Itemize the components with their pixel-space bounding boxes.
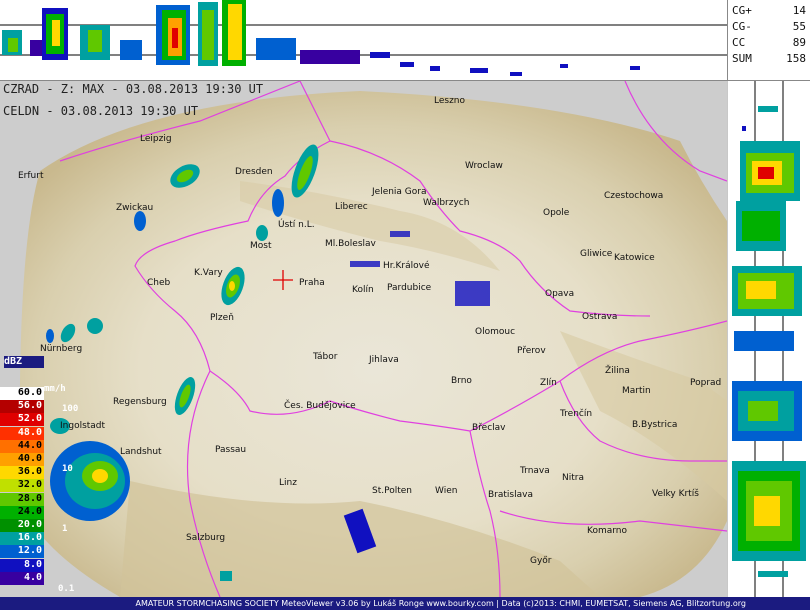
city-label: Kolín — [352, 285, 374, 295]
legend-level: 48.0 — [0, 426, 44, 440]
radar-product-title: CZRAD - Z: MAX - 03.08.2013 19:30 UT — [3, 82, 264, 96]
stat-value: 158 — [786, 52, 806, 65]
city-label: Přerov — [517, 346, 546, 356]
stat-key: CG- — [732, 20, 752, 33]
city-label: Praha — [299, 278, 325, 288]
city-label: Nitra — [562, 473, 584, 483]
lightning-stats-panel: CG+ 14 CG- 55 CC 89 SUM 158 — [728, 0, 810, 81]
radar-map[interactable]: Leszno Leipzig Dresden Wroclaw Jelenia G… — [0, 81, 727, 597]
city-label: Komarno — [587, 526, 627, 536]
city-label: Regensburg — [113, 397, 167, 407]
city-label: B.Bystrica — [632, 420, 678, 430]
city-label: Olomouc — [475, 327, 516, 337]
city-label: Nürnberg — [40, 344, 83, 354]
city-label: Zwickau — [116, 203, 154, 213]
legend-level: 32.0 — [0, 479, 44, 493]
city-label: Žilina — [605, 366, 630, 376]
city-label: Cheb — [147, 278, 171, 288]
echo-cluster-west — [2, 8, 142, 60]
city-label: Bratislava — [488, 490, 533, 500]
stat-key: SUM — [732, 52, 752, 65]
stat-value: 89 — [792, 36, 806, 49]
city-label: Trenčín — [560, 409, 593, 419]
legend-level: 36.0 — [0, 466, 44, 480]
legend-level: 16.0 — [0, 532, 44, 546]
city-label: Opole — [543, 208, 570, 218]
city-label: Velky Krtíš — [652, 489, 699, 499]
legend-level: 56.0 — [0, 400, 44, 414]
legend-rain-label: 10 — [62, 464, 73, 474]
right-cross-section-echoes — [732, 81, 806, 610]
credits-footer: AMATEUR STORMCHASING SOCIETY MeteoViewer… — [0, 597, 810, 610]
top-cross-section-panel — [0, 0, 728, 81]
city-label: Brno — [451, 376, 472, 386]
legend-level: 44.0 — [0, 439, 44, 453]
city-label: K.Vary — [194, 268, 223, 278]
city-label: Plzeň — [210, 313, 234, 323]
legend-unit-mmh: mm/h — [44, 384, 66, 394]
city-label: Jihlava — [369, 355, 399, 365]
city-label: Landshut — [120, 447, 162, 457]
city-label: Tábor — [313, 352, 338, 362]
lightning-product-title: CELDN - 03.08.2013 19:30 UT — [3, 104, 199, 118]
legend-level: 28.0 — [0, 492, 44, 506]
echo-cluster-center — [156, 0, 360, 66]
stat-value: 14 — [792, 4, 806, 17]
legend-level: 40.0 — [0, 453, 44, 466]
legend-rain-label: 0.1 — [58, 584, 75, 594]
city-label: Gliwice — [580, 249, 613, 259]
city-label: Leszno — [434, 96, 466, 106]
top-cross-section-echoes — [0, 0, 727, 76]
stat-key: CC — [732, 36, 746, 49]
city-label: Ingolstadt — [60, 421, 106, 431]
city-label: Ústí n.L. — [278, 220, 315, 230]
city-label: Győr — [530, 556, 552, 566]
legend-rain-label: 100 — [62, 404, 79, 414]
city-label: Salzburg — [186, 533, 226, 543]
legend-level: 20.0 — [0, 519, 44, 532]
city-label: Katowice — [614, 253, 655, 263]
city-label: Trnava — [520, 466, 550, 476]
city-label: Zlín — [540, 378, 557, 388]
stat-key: CG+ — [732, 4, 752, 17]
city-label: Erfurt — [18, 171, 44, 181]
city-label: Liberec — [335, 202, 368, 212]
city-label: Ostrava — [582, 312, 618, 322]
city-label: Čes. Budějovice — [284, 401, 356, 411]
legend-level: 60.0 — [0, 387, 44, 400]
city-label: Passau — [215, 445, 247, 455]
stat-value: 55 — [792, 20, 806, 33]
city-label: Czestochowa — [604, 191, 664, 201]
echo-specks-east — [370, 52, 640, 76]
city-label: Wroclaw — [465, 161, 503, 171]
radar-map-canvas — [20, 81, 727, 597]
legend-level: 52.0 — [0, 413, 44, 427]
legend-level: 12.0 — [0, 545, 44, 559]
city-label: Ml.Boleslav — [325, 239, 376, 249]
city-label: Martin — [622, 386, 651, 396]
city-label: Opava — [545, 289, 575, 299]
city-label: Poprad — [690, 378, 722, 388]
city-label: Hr.Králové — [383, 261, 430, 271]
city-label: St.Polten — [372, 486, 412, 496]
legend-level: 24.0 — [0, 505, 44, 519]
legend-level: 8.0 — [0, 558, 44, 572]
right-cross-section-panel — [728, 81, 810, 610]
city-label: Pardubice — [387, 283, 432, 293]
city-label: Břeclav — [472, 423, 506, 433]
city-label: Linz — [279, 478, 297, 488]
city-label: Leipzig — [140, 134, 172, 144]
legend-level: 4.0 — [0, 571, 44, 585]
city-label: Walbrzych — [423, 198, 470, 208]
city-label: Most — [250, 241, 272, 251]
city-label: Jelenia Gora — [372, 187, 427, 197]
city-label: Wien — [435, 486, 458, 496]
legend-rain-label: 1 — [62, 524, 68, 534]
city-label: Dresden — [235, 167, 273, 177]
legend-unit-dbz: dBZ — [4, 356, 44, 368]
